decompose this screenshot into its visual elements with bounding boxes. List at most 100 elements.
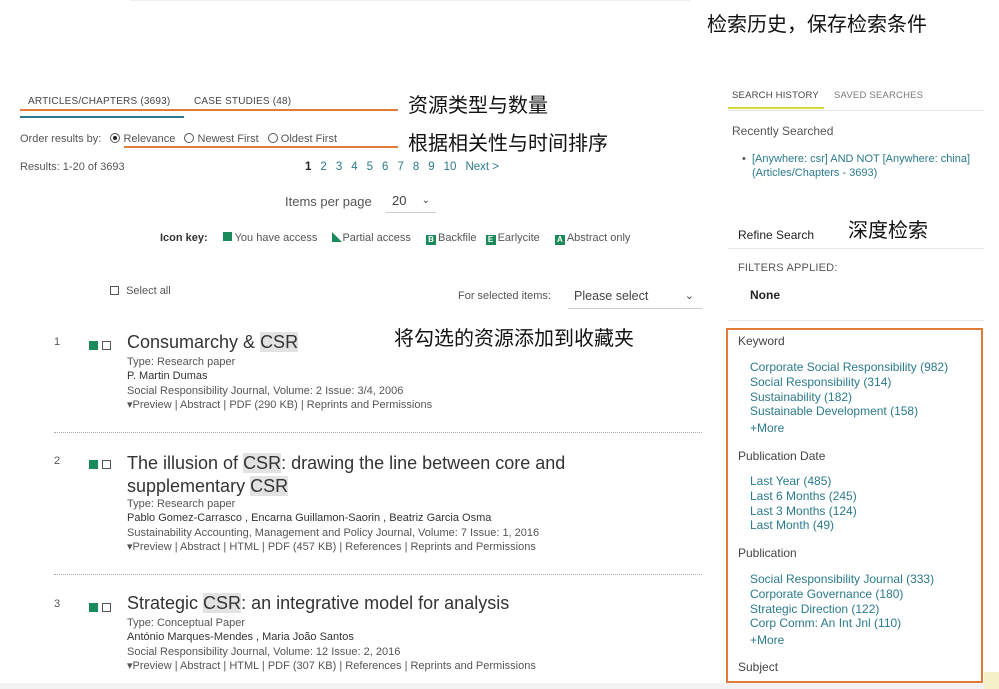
- recently-searched-label: Recently Searched: [732, 124, 834, 138]
- radio-icon: [184, 133, 195, 143]
- recent-search-item[interactable]: • [Anywhere: csr] AND NOT [Anywhere: chi…: [742, 152, 984, 180]
- access-status: [89, 599, 112, 617]
- sidebar-tab-divider: [728, 110, 984, 111]
- for-selected-label: For selected items:: [458, 290, 551, 302]
- tab-search-history[interactable]: SEARCH HISTORY: [732, 90, 819, 101]
- items-per-page-value: 20: [392, 193, 407, 208]
- bullet-icon: •: [742, 153, 746, 165]
- order-row: Order results by: Relevance Newest First…: [20, 133, 337, 145]
- page-link[interactable]: 4: [351, 161, 357, 173]
- result-title[interactable]: Consumarchy & CSR: [127, 332, 299, 353]
- page-link[interactable]: 1: [305, 161, 311, 173]
- facet-item[interactable]: Corp Comm: An Int Jnl (110): [750, 616, 934, 631]
- order-oldest[interactable]: Oldest First: [267, 133, 337, 145]
- full-access-icon: [89, 460, 98, 469]
- icon-key-partial: Partial access: [342, 232, 411, 244]
- abstract-only-icon: A: [554, 235, 565, 245]
- facet-date-list: Last Year (485) Last 6 Months (245) Last…: [750, 474, 857, 533]
- title-text: Strategic: [127, 593, 204, 613]
- title-highlight: CSR: [260, 332, 299, 352]
- result-authors: Pablo Gomez-Carrasco , Encarna Guillamon…: [127, 512, 492, 524]
- tab-case-studies[interactable]: CASE STUDIES (48): [194, 96, 291, 107]
- result-title[interactable]: Strategic CSR: an integrative model for …: [127, 593, 509, 614]
- filters-applied-label: FILTERS APPLIED:: [738, 262, 838, 274]
- result-links[interactable]: ▾Preview | Abstract | HTML | PDF (457 KB…: [127, 540, 536, 554]
- more-link[interactable]: +More: [750, 421, 948, 436]
- annotation-line-types: [20, 109, 398, 111]
- order-newest[interactable]: Newest First: [184, 133, 259, 145]
- page-link[interactable]: 8: [413, 161, 419, 173]
- result-links[interactable]: ▾Preview | Abstract | PDF (290 KB) | Rep…: [127, 398, 432, 412]
- full-access-icon: [89, 341, 98, 350]
- result-title[interactable]: The illusion of CSR: drawing the line be…: [127, 452, 565, 498]
- title-text: : an integrative model for analysis: [241, 593, 510, 613]
- tab-saved-searches[interactable]: SAVED SEARCHES: [834, 90, 923, 101]
- page-link[interactable]: 5: [367, 161, 373, 173]
- result-checkbox[interactable]: [102, 341, 112, 350]
- page-link[interactable]: 10: [444, 161, 457, 173]
- result-source[interactable]: Social Responsibility Journal, Volume: 2…: [127, 384, 403, 398]
- facet-item[interactable]: Sustainability (182): [750, 390, 948, 405]
- facet-subject-head: Subject: [738, 660, 779, 674]
- access-status: [89, 337, 112, 355]
- next-page-link[interactable]: Next >: [465, 161, 499, 173]
- more-link[interactable]: +More: [750, 633, 934, 648]
- recent-search-text: [Anywhere: csr] AND NOT [Anywhere: china…: [752, 153, 971, 179]
- facet-item[interactable]: Corporate Governance (180): [750, 587, 934, 602]
- result-checkbox[interactable]: [102, 603, 112, 612]
- facet-item[interactable]: Last Year (485): [750, 474, 857, 489]
- page-link[interactable]: 3: [336, 161, 342, 173]
- result-divider: [54, 574, 702, 575]
- facet-item[interactable]: Strategic Direction (122): [750, 602, 934, 617]
- select-all[interactable]: Select all: [110, 285, 171, 297]
- tab-articles[interactable]: ARTICLES/CHAPTERS (3693): [28, 96, 170, 107]
- radio-selected-icon: [110, 133, 121, 143]
- order-newest-label: Newest First: [197, 133, 259, 145]
- icon-key-access: You have access: [234, 232, 318, 244]
- facet-item[interactable]: Social Responsibility (314): [750, 375, 948, 390]
- partial-access-icon: [332, 232, 343, 242]
- facet-item[interactable]: Social Responsibility Journal (333): [750, 572, 934, 587]
- page-link[interactable]: 7: [397, 161, 403, 173]
- title-text: The illusion of: [127, 453, 244, 473]
- icon-key-earlycite: Earlycite: [497, 232, 540, 244]
- order-relevance-label: Relevance: [123, 133, 176, 145]
- facet-item[interactable]: Last Month (49): [750, 518, 857, 533]
- items-per-page-select[interactable]: 20 ⌄: [386, 190, 436, 213]
- result-type: Type: Research paper: [127, 498, 236, 510]
- results-count: Results: 1-20 of 3693: [20, 161, 125, 173]
- refine-search-label: Refine Search: [738, 228, 815, 242]
- result-links[interactable]: ▾Preview | Abstract | HTML | PDF (307 KB…: [127, 659, 536, 673]
- result-divider: [54, 432, 702, 433]
- result-number: 2: [54, 455, 61, 467]
- for-selected-value: Please select: [574, 289, 649, 303]
- icon-key-backfile: Backfile: [437, 232, 477, 244]
- facet-item[interactable]: Corporate Social Responsibility (982): [750, 360, 948, 375]
- result-source[interactable]: Sustainability Accounting, Management an…: [127, 526, 539, 540]
- page-link[interactable]: 9: [428, 161, 434, 173]
- select-all-checkbox[interactable]: [110, 286, 119, 295]
- order-relevance[interactable]: Relevance: [110, 133, 175, 145]
- filters-applied-value: None: [750, 288, 780, 302]
- facet-publication-head: Publication: [738, 546, 797, 560]
- active-tab-underline: [20, 116, 184, 118]
- select-all-label: Select all: [126, 285, 171, 297]
- facet-item[interactable]: Last 3 Months (124): [750, 504, 857, 519]
- items-per-page-label: Items per page: [285, 194, 372, 209]
- result-checkbox[interactable]: [102, 460, 112, 469]
- page-link[interactable]: 6: [382, 161, 388, 173]
- chevron-down-icon: ⌄: [421, 195, 430, 206]
- pagination: 1 2 3 4 5 6 7 8 9 10 Next >: [305, 161, 508, 173]
- result-type: Type: Conceptual Paper: [127, 617, 246, 629]
- title-text: : drawing the line between core and: [281, 453, 566, 473]
- annotation-favorites: 将勾选的资源添加到收藏夹: [394, 326, 634, 350]
- full-access-icon: [222, 232, 232, 241]
- annotation-line-order: [124, 146, 398, 148]
- facet-date-head: Publication Date: [738, 449, 826, 463]
- for-selected-select[interactable]: Please select ⌄: [568, 284, 702, 309]
- facet-item[interactable]: Last 6 Months (245): [750, 489, 857, 504]
- page-link[interactable]: 2: [320, 161, 326, 173]
- full-access-icon: [89, 603, 98, 612]
- facet-item[interactable]: Sustainable Development (158): [750, 404, 948, 419]
- result-source[interactable]: Social Responsibility Journal, Volume: 1…: [127, 645, 400, 659]
